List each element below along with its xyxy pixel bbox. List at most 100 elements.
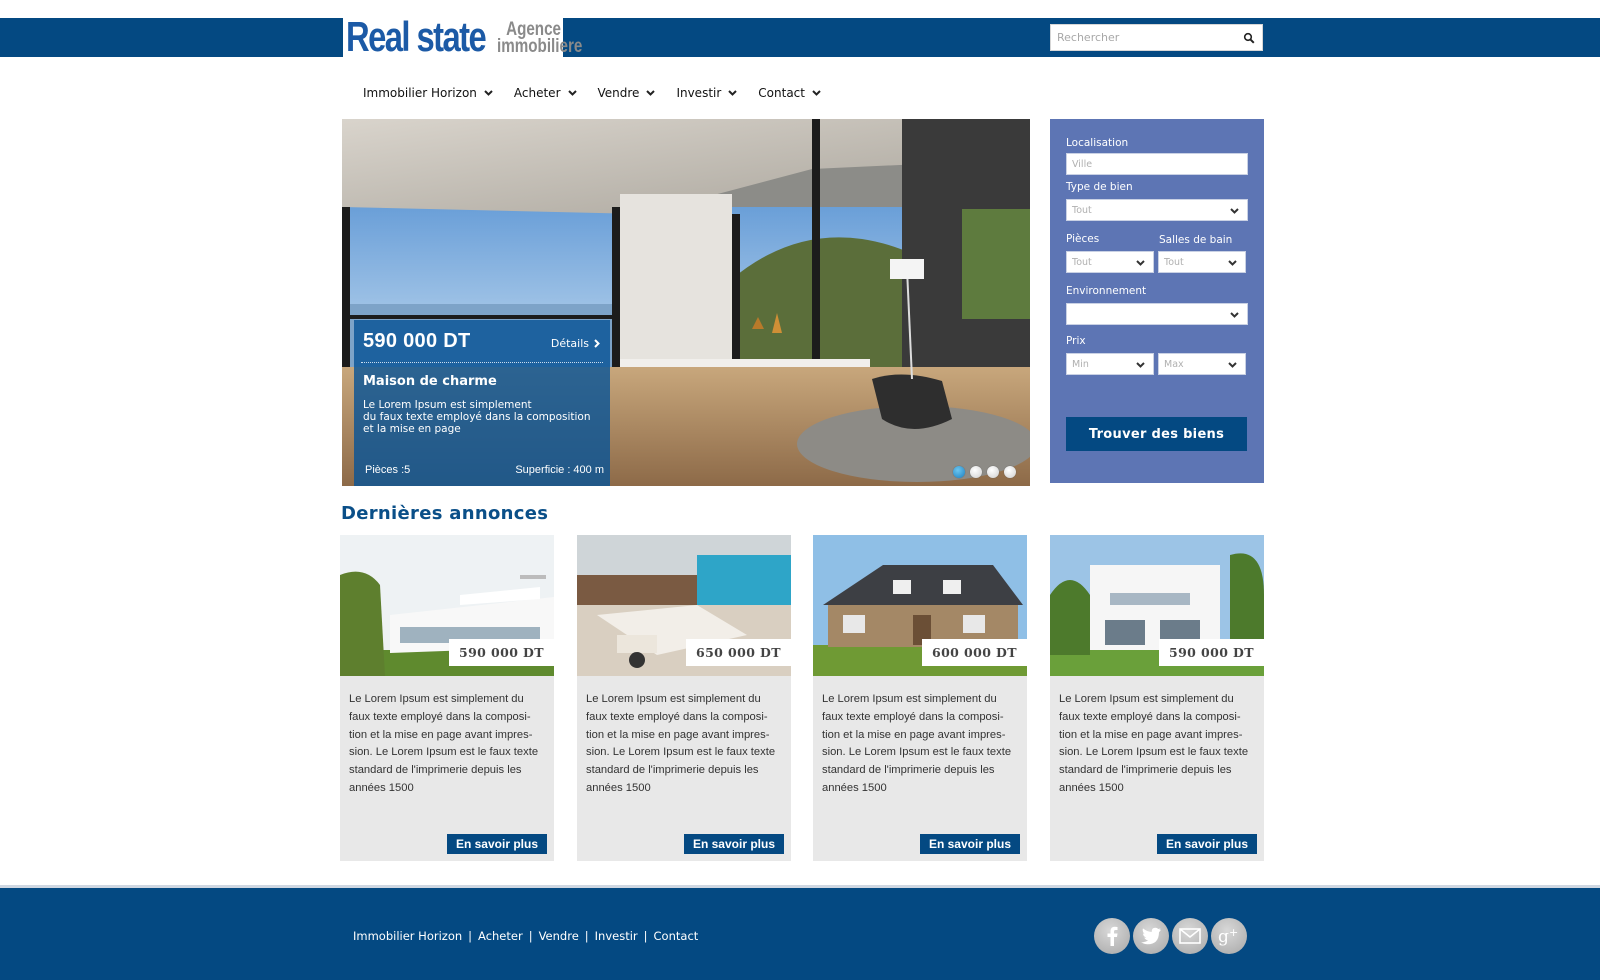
header-band xyxy=(0,18,1600,57)
nav-item-acheter[interactable]: Acheter xyxy=(514,84,577,102)
listing-desc-line: tion et la mise en page avant impres- xyxy=(1059,728,1243,741)
hero-info-card: 590 000 DT Détails Maison de charme Le L… xyxy=(354,320,610,486)
hero-title: Maison de charme xyxy=(363,374,497,389)
price-min-value: Min xyxy=(1072,359,1089,370)
chevron-down-icon xyxy=(646,90,656,96)
mail-icon[interactable] xyxy=(1172,918,1208,954)
latest-listings-title: Dernières annonces xyxy=(341,503,549,524)
listing-desc-line: Le Lorem Ipsum est simplement du xyxy=(1059,693,1234,705)
nav-item-label: Investir xyxy=(676,86,722,100)
listing-card: 590 000 DT Le Lorem Ipsum est simplement… xyxy=(1050,535,1264,861)
footer-link-contact[interactable]: Contact xyxy=(654,929,699,943)
footer-link-acheter[interactable]: Acheter xyxy=(478,929,523,943)
listing-description: Le Lorem Ipsum est simplement du faux te… xyxy=(586,691,782,798)
listing-desc-line: années 1500 xyxy=(1059,781,1124,794)
environment-label: Environnement xyxy=(1066,285,1147,297)
hero-divider xyxy=(361,362,603,363)
listing-desc-line: standard de l'imprimerie depuis les xyxy=(822,764,995,777)
nav-item-investir[interactable]: Investir xyxy=(676,84,738,102)
twitter-icon[interactable] xyxy=(1133,918,1169,954)
listing-desc-line: sion. Le Lorem Ipsum est le faux texte xyxy=(586,746,776,759)
listing-price: 590 000 DT xyxy=(448,639,554,666)
nav-item-label: Immobilier Horizon xyxy=(363,86,477,100)
learn-more-button[interactable]: En savoir plus xyxy=(919,834,1020,854)
nav-item-contact[interactable]: Contact xyxy=(758,84,821,102)
footer-link-immobilier-horizon[interactable]: Immobilier Horizon xyxy=(353,929,462,943)
slider-dot[interactable] xyxy=(987,466,999,478)
slider-dots xyxy=(948,466,1016,478)
footer-link-investir[interactable]: Investir xyxy=(595,929,638,943)
nav-item-label: Contact xyxy=(758,86,805,100)
learn-more-button[interactable]: En savoir plus xyxy=(1156,834,1257,854)
price-max-select[interactable]: Max xyxy=(1158,353,1246,375)
logo[interactable]: Real state Agence immobiliere xyxy=(343,13,582,60)
nav-item-label: Acheter xyxy=(513,86,561,100)
chevron-down-icon xyxy=(1228,362,1237,368)
listing-description: Le Lorem Ipsum est simplement du faux te… xyxy=(1059,691,1255,798)
listing-desc-line: sion. Le Lorem Ipsum est le faux texte xyxy=(349,746,539,759)
nav-item-immobilier-horizon[interactable]: Immobilier Horizon xyxy=(363,84,493,102)
listing-desc-line: tion et la mise en page avant impres- xyxy=(822,728,1006,741)
location-placeholder: Ville xyxy=(1072,159,1093,170)
listing-desc-line: faux texte employé dans la composi- xyxy=(586,710,768,723)
environment-select[interactable] xyxy=(1066,303,1248,325)
hero-details-label: Détails xyxy=(550,337,589,350)
listing-desc-line: standard de l'imprimerie depuis les xyxy=(1059,764,1232,777)
listing-desc-line: standard de l'imprimerie depuis les xyxy=(586,764,759,777)
listing-description: Le Lorem Ipsum est simplement du faux te… xyxy=(349,691,545,798)
rooms-label: Pièces xyxy=(1066,233,1100,245)
listing-price: 600 000 DT xyxy=(921,639,1027,666)
baths-select[interactable]: Tout xyxy=(1158,251,1246,273)
type-select[interactable]: Tout xyxy=(1066,199,1248,221)
listing-desc-line: faux texte employé dans la composi- xyxy=(822,710,1004,723)
chevron-down-icon xyxy=(1136,260,1145,266)
hero-description: Le Lorem Ipsum est simplement du faux te… xyxy=(363,399,603,435)
rooms-select[interactable]: Tout xyxy=(1066,251,1154,273)
listing-desc-line: Le Lorem Ipsum est simplement du xyxy=(586,693,761,705)
hero-details-link[interactable]: Détails xyxy=(551,337,600,350)
footer-link-vendre[interactable]: Vendre xyxy=(539,929,579,943)
listing-price: 590 000 DT xyxy=(1158,639,1264,666)
search-input[interactable] xyxy=(1051,25,1236,50)
rooms-value: Tout xyxy=(1072,257,1092,268)
facebook-icon[interactable] xyxy=(1094,918,1130,954)
location-field[interactable]: Ville xyxy=(1066,153,1248,175)
property-search-panel: Localisation Ville Type de bien Tout Piè… xyxy=(1050,119,1264,483)
learn-more-button[interactable]: En savoir plus xyxy=(446,834,547,854)
learn-more-button[interactable]: En savoir plus xyxy=(683,834,784,854)
type-label: Type de bien xyxy=(1066,181,1133,193)
location-label: Localisation xyxy=(1066,137,1129,149)
search-box xyxy=(1050,24,1263,51)
baths-label: Salles de bain xyxy=(1159,234,1233,246)
listing-card: 600 000 DT Le Lorem Ipsum est simplement… xyxy=(813,535,1027,861)
chevron-down-icon xyxy=(1230,312,1239,318)
listing-desc-line: tion et la mise en page avant impres- xyxy=(349,728,533,741)
hero-rooms: Pièces :5 xyxy=(365,464,411,476)
footer-separator: | xyxy=(528,929,533,943)
hero-slider: 590 000 DT Détails Maison de charme Le L… xyxy=(342,119,1030,486)
svg-text:+: + xyxy=(1229,926,1238,939)
logo-sub-text: Agence immobiliere xyxy=(497,20,582,56)
listing-description: Le Lorem Ipsum est simplement du faux te… xyxy=(822,691,1018,798)
type-value: Tout xyxy=(1072,205,1092,216)
nav-item-vendre[interactable]: Vendre xyxy=(598,84,656,102)
footer-separator: | xyxy=(468,929,473,943)
footer-links: Immobilier Horizon | Acheter | Vendre | … xyxy=(353,929,698,943)
hero-area: Superficie : 400 m xyxy=(515,464,604,476)
price-label: Prix xyxy=(1066,335,1086,347)
listing-card: 590 000 DT Le Lorem Ipsum est simplement… xyxy=(340,535,554,861)
search-icon[interactable] xyxy=(1243,32,1255,44)
listing-desc-line: années 1500 xyxy=(586,781,651,794)
chevron-down-icon xyxy=(728,90,738,96)
google-plus-icon[interactable]: g + xyxy=(1211,918,1247,954)
listing-desc-line: tion et la mise en page avant impres- xyxy=(586,728,770,741)
find-properties-button[interactable]: Trouver des biens xyxy=(1066,417,1247,451)
slider-dot[interactable] xyxy=(953,466,965,478)
slider-dot[interactable] xyxy=(970,466,982,478)
price-min-select[interactable]: Min xyxy=(1066,353,1154,375)
listing-desc-line: années 1500 xyxy=(822,781,887,794)
listing-card: 650 000 DT Le Lorem Ipsum est simplement… xyxy=(577,535,791,861)
chevron-right-icon xyxy=(594,339,600,348)
chevron-down-icon xyxy=(1136,362,1145,368)
slider-dot[interactable] xyxy=(1004,466,1016,478)
